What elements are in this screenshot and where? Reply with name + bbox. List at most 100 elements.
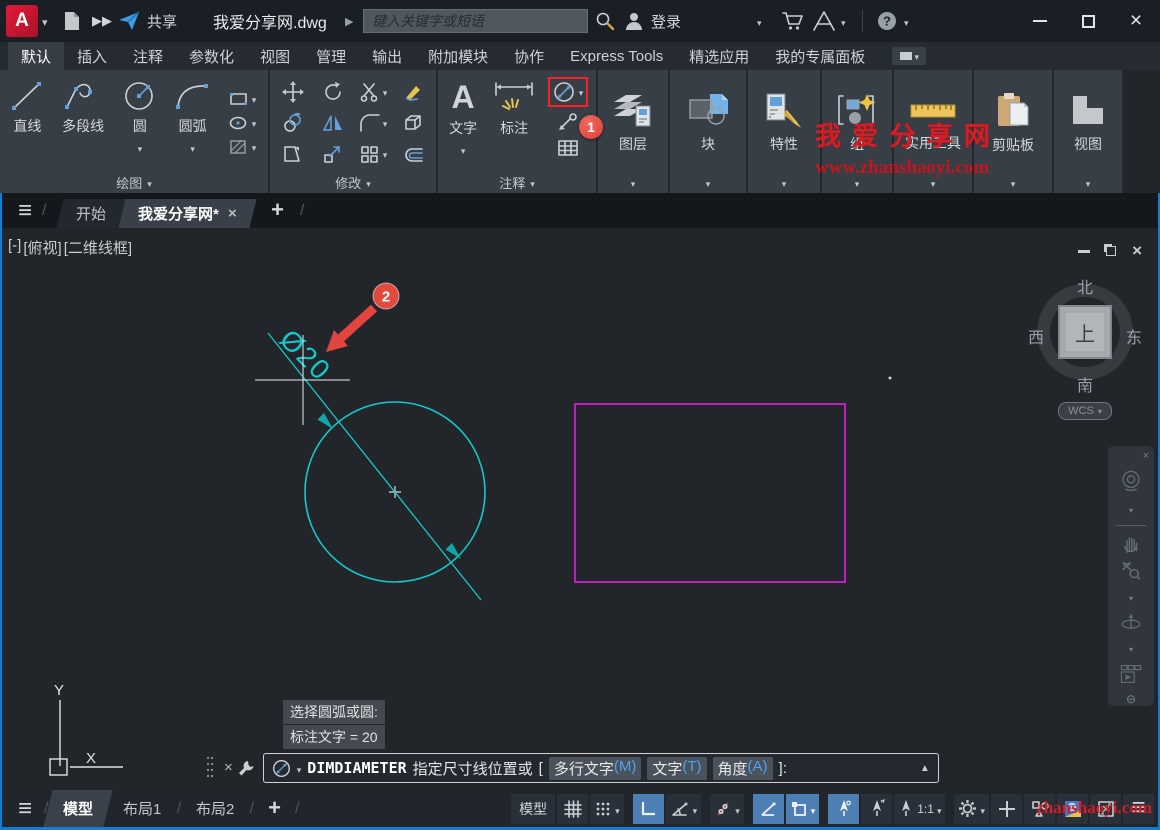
measure-button[interactable]: 实用工具 — [894, 70, 972, 172]
table-tool-button[interactable] — [556, 137, 580, 159]
ribbon-tab-default[interactable]: 默认 — [8, 42, 64, 70]
insert-block-button[interactable]: 块 — [670, 70, 746, 172]
paste-button[interactable]: 剪贴板 — [974, 70, 1052, 172]
polar-caret-icon[interactable] — [693, 801, 698, 817]
navbar-customize-icon[interactable]: ⊖ — [1126, 692, 1136, 706]
ribbon-tab-output[interactable]: 输出 — [359, 42, 415, 70]
cli-option-text[interactable]: 文字(T) — [647, 757, 706, 780]
isolate-objects-button[interactable] — [1024, 794, 1055, 824]
status-customize-button[interactable] — [1123, 794, 1154, 824]
arc-tool-button[interactable]: 圆弧 — [166, 73, 219, 172]
sign-in-button[interactable]: 登录 — [624, 0, 681, 42]
modify-panel-footer[interactable]: 修改 — [270, 172, 436, 193]
new-layout-button[interactable] — [268, 797, 281, 820]
object-snap-caret-icon[interactable] — [811, 801, 816, 817]
ribbon-tab-insert[interactable]: 插入 — [64, 42, 120, 70]
diameter-dimension-button[interactable] — [548, 77, 589, 107]
ellipse-tool-button[interactable] — [228, 112, 258, 134]
cli-history-toggle-icon[interactable]: ▲ — [920, 763, 930, 774]
array-tool-button[interactable] — [359, 144, 388, 164]
expand-quick-access-icon[interactable]: ▶▶ — [92, 0, 112, 42]
grid-toggle[interactable] — [557, 794, 588, 824]
cli-close-icon[interactable] — [224, 759, 233, 777]
viewcube-north[interactable]: 北 — [1077, 274, 1093, 298]
minimize-button[interactable] — [1020, 0, 1060, 42]
app-menu-button[interactable]: A — [6, 5, 38, 37]
drawing-minimize-icon[interactable] — [1078, 250, 1090, 253]
draw-panel-footer[interactable]: 绘图 — [0, 172, 268, 193]
layout-menu-icon[interactable] — [18, 797, 32, 821]
orbit-caret-icon[interactable] — [1129, 639, 1133, 657]
rectangle-tool-button[interactable] — [228, 88, 258, 110]
clipboard-panel-footer[interactable] — [974, 172, 1052, 193]
cli-drag-grip[interactable] — [206, 755, 214, 781]
navbar-close-icon[interactable]: × — [1143, 450, 1149, 462]
help-button[interactable]: ? — [876, 0, 909, 42]
line-tool-button[interactable]: 直线 — [4, 73, 51, 172]
crosshair-annotation-monitor[interactable] — [991, 794, 1022, 824]
object-snap-tracking-toggle[interactable] — [753, 794, 784, 824]
ribbon-tab-addins[interactable]: 附加模块 — [415, 42, 501, 70]
text-tool-button[interactable]: A 文字 — [442, 73, 484, 172]
viewcube-east[interactable]: 东 — [1126, 324, 1142, 348]
isometric-drafting-toggle[interactable] — [710, 794, 744, 824]
layout-tab-layout1[interactable]: 布局1 — [104, 790, 182, 827]
fillet-caret-icon[interactable] — [383, 114, 388, 132]
workspace-switching-button[interactable] — [954, 794, 989, 824]
box3d-tool-button[interactable] — [402, 113, 424, 133]
circle-flyout-caret-icon[interactable] — [138, 139, 143, 157]
drawing-rectangle[interactable] — [575, 404, 845, 582]
orbit-icon[interactable] — [1117, 613, 1145, 632]
object-snap-toggle[interactable] — [786, 794, 820, 824]
ribbon-tab-collaborate[interactable]: 协作 — [501, 42, 557, 70]
file-tabs-menu-icon[interactable] — [18, 199, 32, 223]
drawing-close-icon[interactable] — [1132, 241, 1142, 261]
showmotion-icon[interactable] — [1117, 664, 1145, 685]
ribbon-tab-manage[interactable]: 管理 — [303, 42, 359, 70]
view-panel-footer[interactable] — [1054, 172, 1122, 193]
autoscale-toggle[interactable] — [861, 794, 892, 824]
polar-tracking-toggle[interactable] — [666, 794, 702, 824]
annotation-visibility-toggle[interactable] — [828, 794, 859, 824]
scale-tool-button[interactable] — [322, 144, 344, 164]
file-tab-document[interactable]: 我爱分享网* — [119, 199, 257, 228]
viewcube-west[interactable]: 西 — [1028, 324, 1044, 348]
cli-command-caret-icon[interactable] — [297, 760, 302, 777]
drawing-canvas[interactable]: Ø20 2 Y X — [0, 228, 1160, 790]
ribbon-tab-annotate[interactable]: 注释 — [120, 42, 176, 70]
layer-properties-button[interactable]: 图层 — [598, 70, 668, 172]
viewcube-south[interactable]: 南 — [1077, 372, 1093, 396]
viewport-visual-style-control[interactable]: [二维线框] — [64, 237, 132, 258]
trim-tool-button[interactable] — [359, 82, 388, 102]
maximize-button[interactable] — [1068, 0, 1108, 42]
zoom-extents-icon[interactable] — [1118, 560, 1144, 581]
viewcube[interactable]: 北 西 东 南 上 — [1037, 274, 1133, 390]
hatch-caret-icon[interactable] — [252, 138, 257, 156]
layers-panel-footer[interactable] — [598, 172, 668, 193]
hatch-tool-button[interactable] — [228, 136, 258, 158]
rectangle-caret-icon[interactable] — [252, 90, 257, 108]
navigation-bar[interactable]: × ⊖ — [1108, 446, 1154, 706]
search-caret-icon[interactable]: ▶ — [345, 0, 353, 42]
ribbon-tab-custom[interactable]: 我的专属面板 — [762, 42, 878, 70]
arc-flyout-caret-icon[interactable] — [190, 139, 195, 157]
hardware-acceleration-button[interactable] — [1057, 794, 1088, 824]
fillet-tool-button[interactable] — [359, 113, 388, 133]
isometric-caret-icon[interactable] — [735, 801, 740, 817]
layout-tab-layout2[interactable]: 布局2 — [177, 790, 255, 827]
store-cart-icon[interactable] — [782, 0, 804, 42]
drawing-restore-icon[interactable] — [1106, 246, 1116, 256]
erase-tool-button[interactable] — [402, 82, 424, 102]
layout-tab-model[interactable]: 模型 — [44, 790, 113, 827]
polyline-tool-button[interactable]: 多段线 — [53, 73, 114, 172]
ribbon-tab-featured[interactable]: 精选应用 — [676, 42, 762, 70]
annotation-panel-footer[interactable]: 注释 — [438, 172, 596, 193]
ribbon-display-toggle[interactable] — [892, 47, 926, 65]
search-icon[interactable] — [595, 0, 615, 42]
dimension-tool-button[interactable]: 标注 — [488, 73, 540, 172]
cli-option-mtext[interactable]: 多行文字(M) — [549, 757, 642, 780]
cli-input-bar[interactable]: DIMDIAMETER 指定尺寸线位置或 [ 多行文字(M) 文字(T) 角度(… — [263, 753, 939, 783]
utilities-panel-footer[interactable] — [894, 172, 972, 193]
ribbon-tab-express[interactable]: Express Tools — [557, 42, 676, 70]
group-button[interactable]: 组 — [822, 70, 892, 172]
